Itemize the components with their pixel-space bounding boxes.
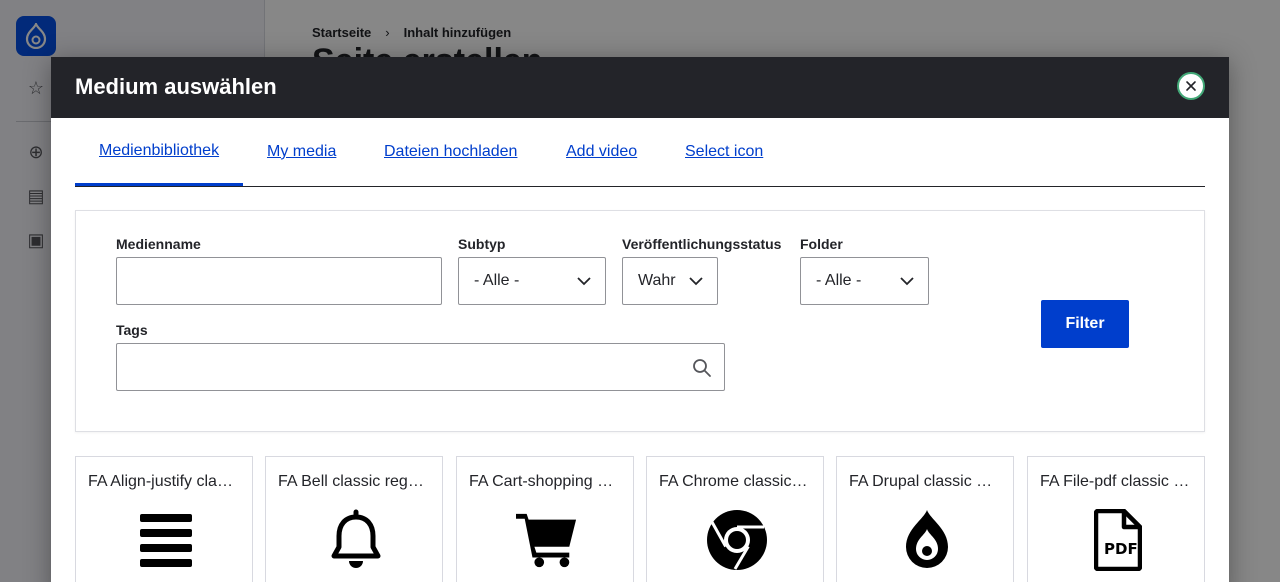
chevron-down-icon [687, 272, 705, 290]
tags-label: Tags [116, 322, 148, 338]
close-button[interactable] [1177, 72, 1205, 100]
search-icon [693, 359, 711, 377]
media-card[interactable]: FA Bell classic regular [265, 456, 443, 582]
subtyp-label: Subtyp [458, 236, 506, 252]
dialog-tabs: Medienbibliothek My media Dateien hochla… [75, 118, 1205, 187]
medienname-input[interactable] [116, 257, 442, 305]
bell-icon [325, 509, 387, 571]
folder-select[interactable]: - Alle - [800, 257, 929, 305]
dialog-header: Medium auswählen [51, 57, 1229, 118]
status-select[interactable]: Wahr [622, 257, 718, 305]
cart-shopping-icon [516, 509, 578, 571]
folder-value: - Alle - [816, 272, 862, 289]
media-card[interactable]: FA Chrome classic brands [646, 456, 824, 582]
tab-dateien-hochladen[interactable]: Dateien hochladen [360, 118, 541, 185]
filter-form: Medienname Subtyp - Alle - Veröffentlich… [75, 210, 1205, 432]
media-card-title: FA Drupal classic brands [849, 473, 1001, 490]
medienname-label: Medienname [116, 236, 201, 252]
tab-my-media[interactable]: My media [243, 118, 360, 185]
status-value: Wahr [638, 272, 676, 289]
chevron-down-icon [900, 277, 914, 286]
status-label: Veröffentlichungsstatus [622, 236, 782, 252]
media-card[interactable]: FA File-pdf classic regular PDF [1027, 456, 1205, 582]
tab-medienbibliothek[interactable]: Medienbibliothek [75, 118, 243, 186]
file-pdf-icon: PDF [1087, 509, 1149, 571]
tab-select-icon[interactable]: Select icon [661, 118, 787, 185]
media-card[interactable]: FA Cart-shopping classic solid [456, 456, 634, 582]
dialog-title: Medium auswählen [75, 74, 277, 99]
media-card-title: FA Bell classic regular [278, 473, 430, 490]
tab-add-video[interactable]: Add video [542, 118, 661, 185]
media-card-title: FA File-pdf classic regular [1040, 473, 1192, 490]
folder-label: Folder [800, 236, 843, 252]
filter-button[interactable]: Filter [1041, 300, 1129, 348]
media-card-title: FA Align-justify classic solid [88, 473, 240, 490]
media-card[interactable]: FA Drupal classic brands [836, 456, 1014, 582]
media-card-title: FA Cart-shopping classic solid [469, 473, 621, 490]
media-card[interactable]: FA Align-justify classic solid [75, 456, 253, 582]
svg-text:PDF: PDF [1104, 540, 1138, 558]
align-justify-icon [135, 509, 197, 571]
media-card-title: FA Chrome classic brands [659, 473, 811, 490]
media-grid: FA Align-justify classic solid FA Bell c… [75, 456, 1205, 582]
subtyp-select[interactable]: - Alle - [458, 257, 606, 305]
tags-input[interactable] [116, 343, 725, 391]
chevron-down-icon [577, 277, 591, 286]
subtyp-value: - Alle - [474, 272, 520, 289]
media-dialog: Medium auswählen Medienbibliothek My med… [51, 57, 1229, 582]
chrome-icon [706, 509, 768, 571]
drupal-icon [896, 509, 958, 571]
close-icon [1186, 81, 1196, 91]
